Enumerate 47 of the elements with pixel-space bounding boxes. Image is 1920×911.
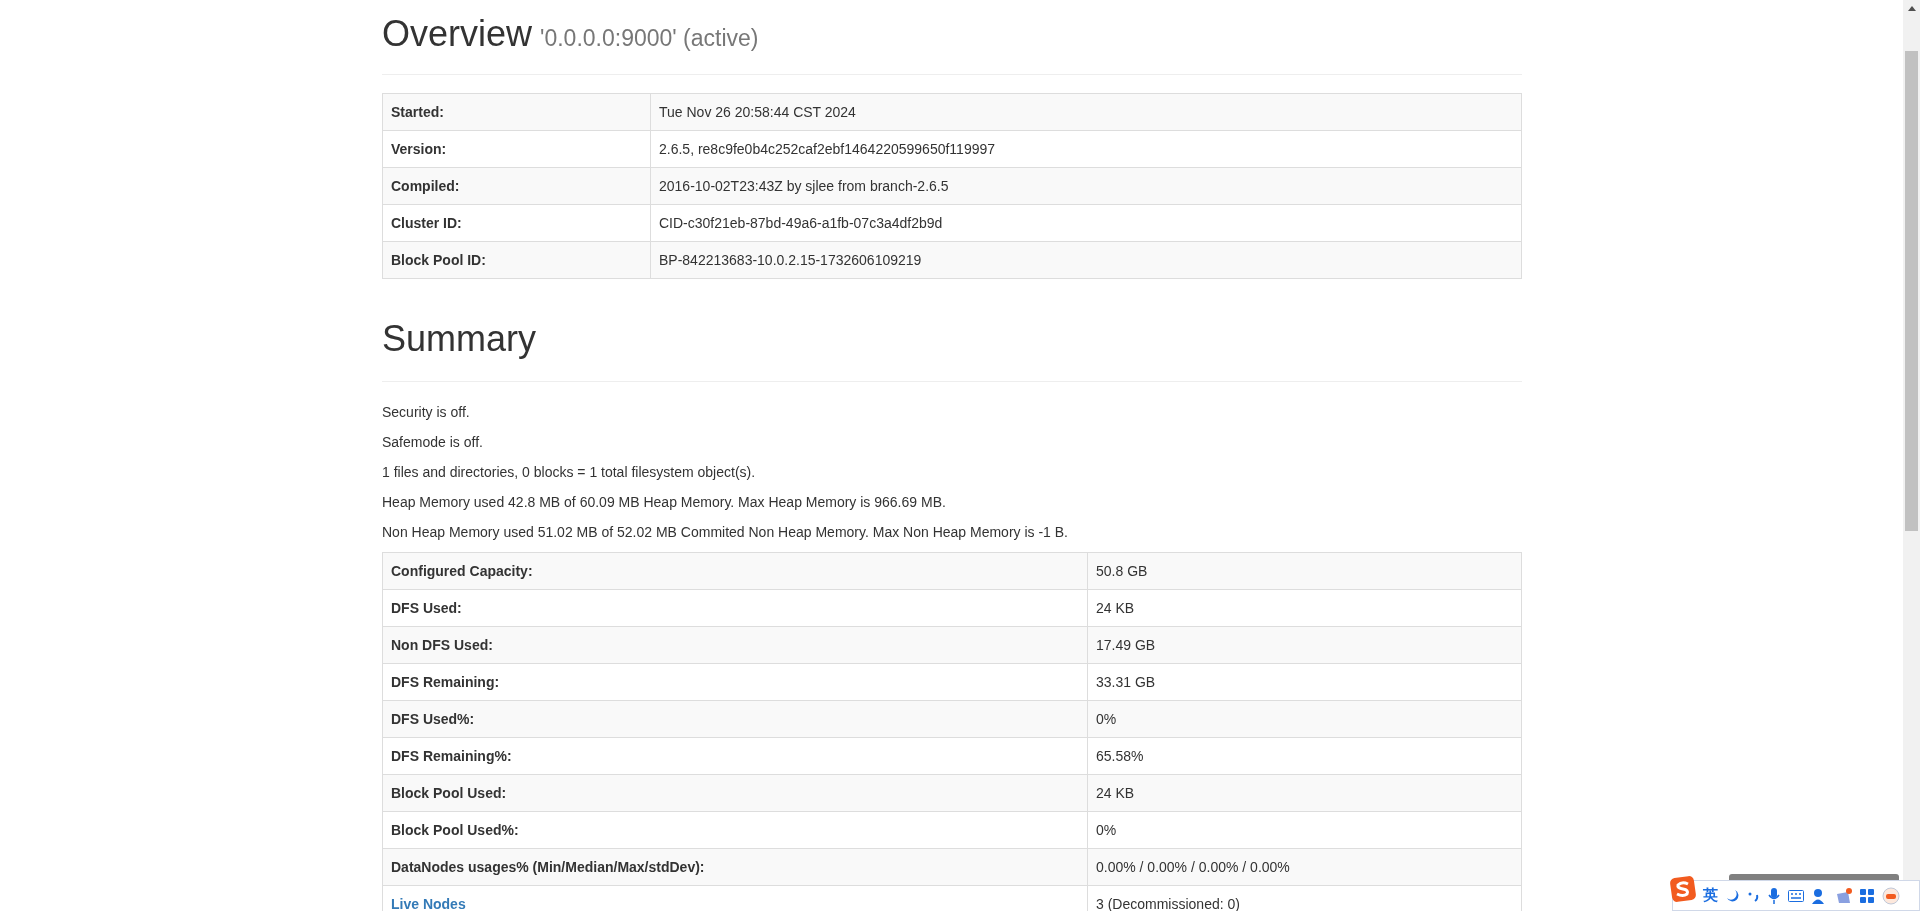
row-label: DataNodes usages% (Min/Median/Max/stdDev): [391,858,705,875]
moon-icon[interactable] [1726,888,1740,903]
live-nodes-link[interactable]: Live Nodes [391,895,466,911]
table-cell: 0% [1087,811,1522,849]
scrollbar-thumb[interactable] [1905,51,1918,531]
row-label: Block Pool ID: [391,251,486,268]
table-cell: 24 KB [1087,774,1522,812]
logo-icon[interactable] [1669,875,1697,903]
row-label: DFS Used%: [391,710,475,727]
summary-line: Safemode is off. [382,433,484,452]
summary-line: Heap Memory used 42.8 MB of 60.09 MB Heap Memory. Max Heap Memory is 966.69 MB. [382,493,947,512]
summary-line: 1 files and directories, 0 blocks = 1 total filesystem object(s). [382,463,757,482]
row-label: Block Pool Used: [391,784,507,801]
summary-line: Security is off. [382,403,471,422]
table-cell: 2016-10-02T23:43Z by sjlee from branch-2.6.5 [650,167,1522,205]
mascot-icon[interactable] [1882,886,1900,905]
row-label: DFS Remaining%: [391,747,512,764]
table-cell: Tue Nov 26 20:58:44 CST 2024 [650,93,1522,131]
row-label: Block Pool Used%: [391,821,519,838]
table-cell: 24 KB [1087,589,1522,627]
microphone-icon[interactable] [1768,887,1780,904]
table-cell: 0.00% / 0.00% / 0.00% / 0.00% [1087,848,1522,886]
row-label: Compiled: [391,177,460,194]
scrollbar[interactable] [1903,0,1920,880]
page-title: Overview [382,12,533,56]
row-label: Cluster ID: [391,214,462,231]
summary-line: Non Heap Memory used 51.02 MB of 52.02 MB Commited Non Heap Memory. Max Non Heap Memory is -1 B. [382,523,1069,542]
row-label: Started: [391,103,444,120]
row-label: DFS Used: [391,599,462,616]
row-label: Version: [391,140,447,157]
namenode-address: '0.0.0.0:9000' (active) [540,24,759,53]
keyboard-icon[interactable] [1788,889,1804,902]
grid-icon[interactable] [1860,888,1874,903]
language-toggle[interactable]: 英 [1703,884,1718,907]
table-cell: 0% [1087,700,1522,738]
section-title: Summary [382,317,538,361]
scroll-up-icon[interactable] [1907,6,1916,11]
row-label: Configured Capacity: [391,562,533,579]
table-cell: CID-c30f21eb-87bd-49a6-a1fb-07c3a4df2b9d [650,204,1522,242]
table-cell: 33.31 GB [1087,663,1522,701]
row-label: DFS Remaining: [391,673,500,690]
table-cell: 65.58% [1087,737,1522,775]
row-label: Non DFS Used: [391,636,493,653]
table-cell: 17.49 GB [1087,626,1522,664]
table-cell: 50.8 GB [1087,552,1522,590]
table-cell: 2.6.5, re8c9fe0b4c252caf2ebf1464220599650f119997 [650,130,1522,168]
table-cell: BP-842213683-10.0.2.15-1732606109219 [650,241,1522,279]
